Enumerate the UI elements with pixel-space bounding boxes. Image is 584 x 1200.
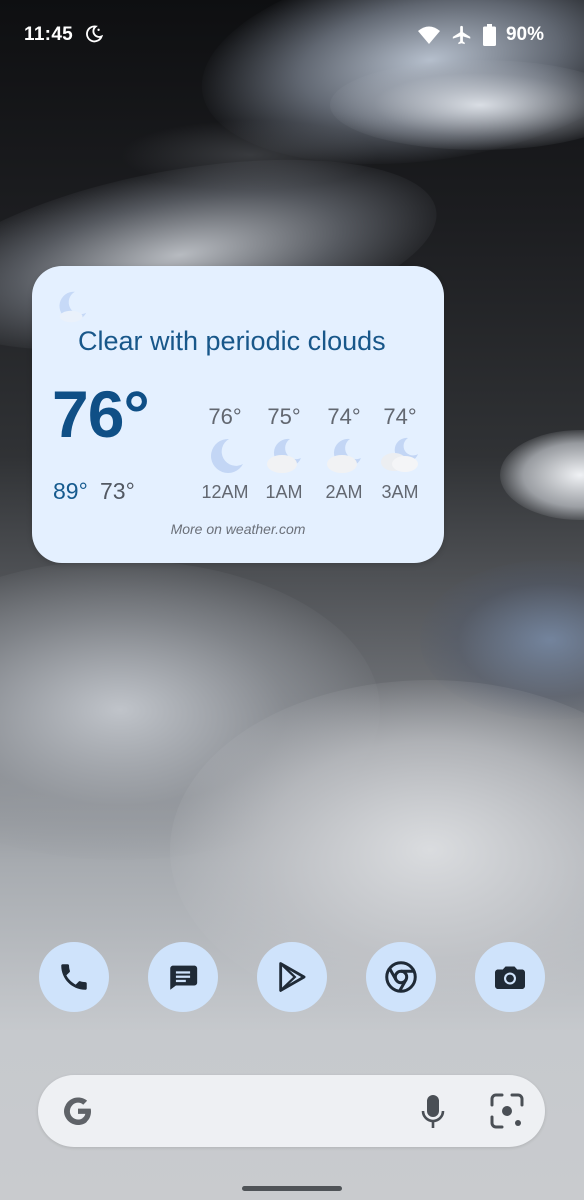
weather-condition: Clear with periodic clouds (78, 326, 386, 356)
high-temperature: 89° (53, 478, 88, 504)
play-store-app-button[interactable] (257, 942, 327, 1012)
hourly-forecast-item: 74° 3AM (364, 402, 436, 503)
google-lens-icon[interactable] (488, 1091, 526, 1131)
hourly-temp: 74° (383, 404, 417, 429)
navigation-gesture-bar[interactable] (242, 1186, 342, 1191)
google-g-icon (64, 1097, 91, 1125)
phone-app-button[interactable] (39, 942, 109, 1012)
airplane-mode-icon (452, 25, 471, 45)
chrome-icon (385, 961, 417, 993)
camera-icon (495, 966, 525, 989)
messages-app-button[interactable] (148, 942, 218, 1012)
microphone-icon[interactable] (418, 1091, 448, 1131)
hourly-time: 3AM (381, 482, 419, 502)
messages-icon (170, 965, 198, 990)
weather-widget[interactable]: Clear with periodic clouds 76° 89° 73° 7… (32, 266, 444, 563)
camera-app-button[interactable] (475, 942, 545, 1012)
wallpaper (0, 0, 584, 1200)
google-search-bar[interactable] (38, 1075, 545, 1147)
play-store-icon (279, 962, 306, 992)
battery-percent: 90% (505, 24, 544, 45)
moon-icon (211, 438, 243, 473)
battery-icon (482, 24, 496, 46)
app-dock (0, 942, 584, 1012)
weather-source-link[interactable]: More on weather.com (32, 521, 444, 537)
chrome-app-button[interactable] (366, 942, 436, 1012)
moon-clouds-icon (381, 437, 418, 472)
phone-icon (61, 964, 87, 990)
status-time: 11:45 (24, 24, 74, 45)
moon-cloud-icon (327, 438, 361, 473)
low-temperature: 73° (100, 478, 135, 504)
wifi-icon (417, 26, 440, 44)
moon-cloud-icon (59, 291, 87, 323)
do-not-disturb-moon-icon (86, 25, 104, 43)
current-temperature: 76° (52, 377, 150, 451)
status-bar: 11:45 90% (0, 0, 584, 70)
moon-cloud-icon (267, 438, 301, 473)
